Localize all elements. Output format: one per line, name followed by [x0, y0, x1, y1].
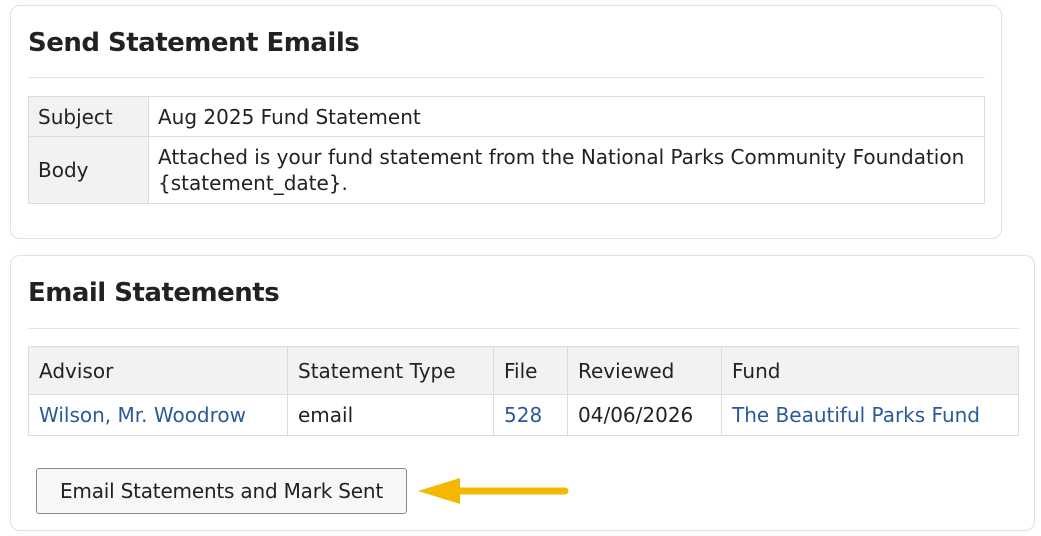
body-label: Body [28, 136, 149, 204]
subject-label: Subject [28, 96, 149, 137]
statements-table: Advisor Statement Type File Reviewed Fun… [28, 346, 1019, 436]
column-header-reviewed[interactable]: Reviewed [567, 346, 722, 395]
email-statements-and-mark-sent-button[interactable]: Email Statements and Mark Sent [36, 468, 407, 514]
divider [28, 328, 1019, 329]
table-header-row: Advisor Statement Type File Reviewed Fun… [28, 346, 1019, 395]
panel-title: Send Statement Emails [28, 28, 360, 58]
column-header-statement-type[interactable]: Statement Type [287, 346, 494, 395]
file-cell: 528 [493, 394, 568, 436]
table-row: Wilson, Mr. Woodrow email 528 04/06/2026… [28, 394, 1019, 436]
divider [28, 77, 985, 78]
fund-cell: The Beautiful Parks Fund [721, 394, 1019, 436]
statement-type-cell: email [287, 394, 494, 436]
advisor-link[interactable]: Wilson, Mr. Woodrow [39, 403, 246, 427]
email-statements-panel: Email Statements Advisor Statement Type … [10, 255, 1035, 531]
body-value: Attached is your fund statement from the… [148, 136, 985, 204]
column-header-advisor[interactable]: Advisor [28, 346, 288, 395]
file-link[interactable]: 528 [504, 403, 542, 427]
subject-row: Subject Aug 2025 Fund Statement [28, 96, 985, 137]
column-header-fund[interactable]: Fund [721, 346, 1019, 395]
subject-value: Aug 2025 Fund Statement [148, 96, 985, 137]
send-statement-emails-panel: Send Statement Emails Subject Aug 2025 F… [10, 5, 1002, 239]
email-template-table: Subject Aug 2025 Fund Statement Body Att… [28, 96, 985, 204]
arrow-left-icon [418, 478, 569, 504]
column-header-file[interactable]: File [493, 346, 568, 395]
reviewed-cell: 04/06/2026 [567, 394, 722, 436]
fund-link[interactable]: The Beautiful Parks Fund [732, 403, 980, 427]
body-row: Body Attached is your fund statement fro… [28, 136, 985, 204]
advisor-cell: Wilson, Mr. Woodrow [28, 394, 288, 436]
panel-title: Email Statements [28, 278, 280, 308]
